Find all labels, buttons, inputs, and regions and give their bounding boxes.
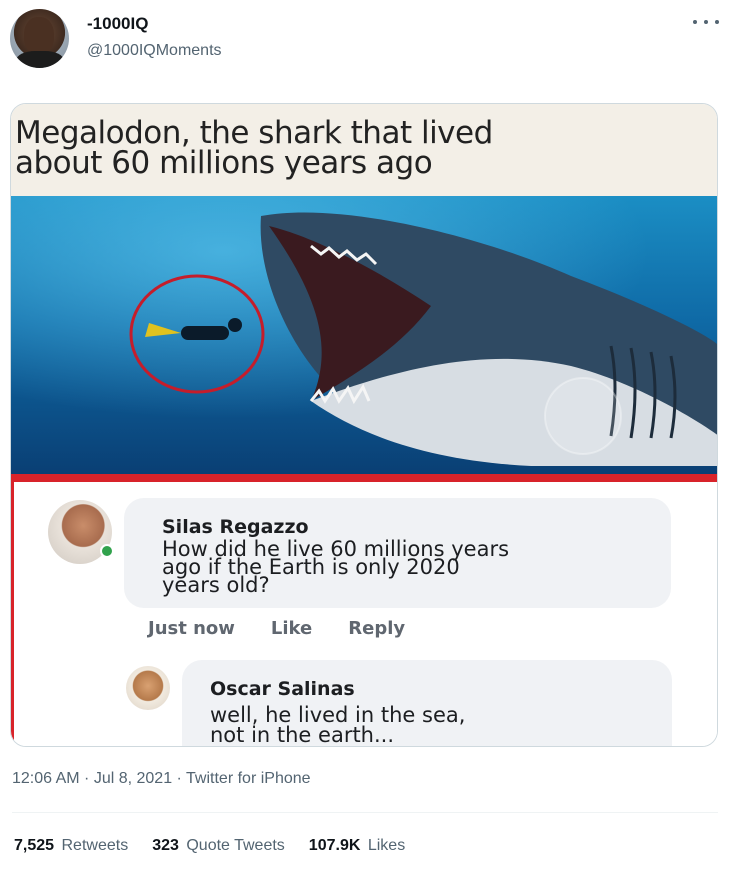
comment-2-line-2: not in the earth...	[210, 723, 395, 747]
tweet-header: -1000IQ @1000IQMoments	[0, 0, 730, 90]
quote-tweets-stat[interactable]: 323 Quote Tweets	[152, 837, 285, 855]
comment-1-time: Just now	[148, 618, 235, 639]
quote-tweets-count: 323	[152, 837, 179, 854]
retweets-label: Retweets	[61, 837, 129, 854]
author-handle[interactable]: @1000IQMoments	[87, 42, 222, 60]
author-display-name[interactable]: -1000IQ	[87, 14, 148, 34]
comment-1-author: Silas Regazzo	[162, 516, 309, 538]
comment-2-line-1: well, he lived in the sea,	[210, 703, 466, 727]
tweet-timestamp[interactable]: 12:06 AM · Jul 8, 2021 · Twitter for iPh…	[12, 770, 311, 788]
retweets-count: 7,525	[14, 837, 55, 854]
quote-tweets-label: Quote Tweets	[186, 837, 285, 854]
meme-caption: Megalodon, the shark that lived about 60…	[11, 104, 717, 196]
likes-label: Likes	[367, 837, 406, 854]
comment-1-like: Like	[270, 618, 313, 639]
avatar-face	[24, 17, 54, 55]
retweets-stat[interactable]: 7,525 Retweets	[14, 837, 128, 855]
commenter-2-avatar	[126, 666, 170, 710]
comment-2-author: Oscar Salinas	[210, 678, 355, 700]
comment-1-reply: Reply	[348, 618, 406, 639]
comment-screenshot: Silas Regazzo How did he live 60 million…	[11, 474, 717, 747]
comment-2-bubble: Oscar Salinas well, he lived in the sea,…	[182, 660, 672, 747]
megalodon-photo	[11, 196, 717, 474]
watermark-logo	[544, 377, 622, 455]
tweet-stats: 7,525 Retweets 323 Quote Tweets 107.9K L…	[14, 837, 405, 855]
tweet-media-image[interactable]: Megalodon, the shark that lived about 60…	[10, 103, 718, 747]
divider	[12, 812, 718, 813]
megalodon-illustration	[11, 196, 717, 474]
meme-caption-line-2: about 60 millions years ago	[15, 145, 433, 181]
avatar-shirt	[16, 51, 64, 68]
comment-1-actions: Just now Like Reply	[148, 618, 405, 639]
comment-1-bubble: Silas Regazzo How did he live 60 million…	[124, 498, 671, 608]
comment-1-line-3: years old?	[162, 573, 270, 597]
likes-count: 107.9K	[308, 837, 361, 854]
more-dots-icon[interactable]	[693, 14, 719, 30]
author-avatar[interactable]	[10, 9, 69, 68]
likes-stat[interactable]: 107.9K Likes	[309, 837, 405, 855]
meme-caption-line-1: Megalodon, the shark that lived	[15, 115, 493, 151]
online-status-dot	[100, 544, 114, 558]
